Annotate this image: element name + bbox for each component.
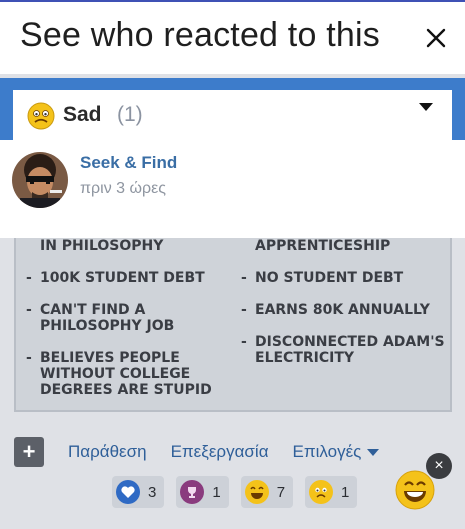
background-post: IN PHILOSOPHY -100K STUDENT DEBT - CAN'T … [0,0,465,529]
sad-icon [27,102,55,135]
chevron-down-icon [367,449,380,457]
add-button[interactable]: + [14,437,44,467]
reaction-chip-trophy[interactable]: 1 [176,476,229,508]
reaction-filter-count: (1) [117,103,143,126]
edit-button[interactable]: Επεξεργασία [171,442,269,462]
reactions-modal-header: See who reacted to this [0,0,465,74]
options-label: Επιλογές [292,442,362,461]
meme-left-column: IN PHILOSOPHY -100K STUDENT DEBT - CAN'T … [26,238,231,414]
meme-text: - EARNS 80K ANNUALLY [241,302,430,318]
meme-right-column: APPRENTICESHIP - NO STUDENT DEBT - EARNS 8… [241,238,446,382]
meme-image: IN PHILOSOPHY -100K STUDENT DEBT - CAN'T … [14,226,452,412]
reaction-count: 1 [341,483,350,501]
meme-text: APPRENTICESHIP [255,238,391,254]
meme-text: - BELIEVES PEOPLE WITHOUT COLLEGE DEGREES… [26,350,212,398]
trophy-icon [180,480,205,504]
close-icon [426,28,446,48]
meme-text: -100K STUDENT DEBT [26,270,205,286]
post-action-bar: + Παράθεση Επεξεργασία Επιλογές [14,430,452,474]
reaction-count: 3 [148,483,157,501]
reaction-timestamp: πριν 3 ώρες [80,180,166,197]
laugh-icon[interactable] [395,470,435,510]
meme-text: - DISCONNECTED ADAM'S ELECTRICITY [241,334,445,366]
options-button[interactable]: Επιλογές [293,442,380,462]
modal-title: See who reacted to this [20,16,380,54]
reaction-filter-dropdown[interactable]: Sad (1) [13,90,452,140]
reactor-list: Seek & Find πριν 3 ώρες [0,140,465,238]
reactor-name-link[interactable]: Seek & Find [80,153,177,173]
meme-text: - CAN'T FIND A PHILOSOPHY JOB [26,302,175,334]
laugh-icon [244,480,269,504]
reaction-count: 1 [212,483,221,501]
close-button[interactable] [418,20,454,56]
quote-button[interactable]: Παράθεση [68,442,147,462]
reaction-chip-heart[interactable]: 3 [112,476,165,508]
chevron-down-icon [419,103,433,111]
heart-icon [116,480,140,504]
reaction-counts: 3 1 7 1 [112,476,358,508]
sad-icon [309,480,334,504]
meme-text: - NO STUDENT DEBT [241,270,404,286]
reaction-chip-laugh[interactable]: 7 [240,476,294,508]
reaction-chip-sad[interactable]: 1 [305,476,358,508]
reaction-count: 7 [276,483,286,501]
meme-text: IN PHILOSOPHY [40,238,164,254]
avatar[interactable] [12,152,68,208]
reaction-filter-label: Sad [63,103,102,126]
